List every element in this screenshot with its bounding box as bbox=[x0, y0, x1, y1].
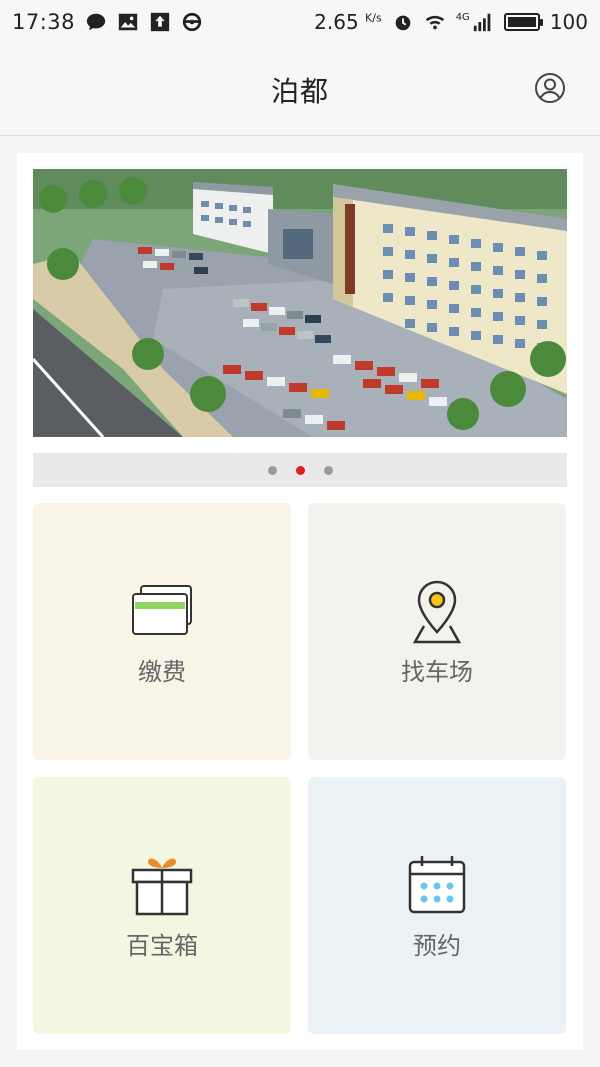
map-location-pin-icon bbox=[412, 580, 462, 644]
payment-card-icon bbox=[132, 585, 192, 635]
battery-icon bbox=[503, 13, 543, 31]
wifi-icon bbox=[425, 15, 444, 30]
app-header: 泊都 bbox=[0, 44, 600, 136]
tile-toolbox-label: 百宝箱 bbox=[126, 932, 198, 960]
tile-reservation[interactable]: 预约 bbox=[308, 777, 566, 1034]
pagination-dot-active[interactable] bbox=[295, 465, 305, 475]
tile-find-parking-label: 找车场 bbox=[401, 658, 473, 686]
signal-icon bbox=[473, 13, 491, 32]
pagination-dot[interactable] bbox=[323, 465, 333, 475]
user-profile-icon[interactable] bbox=[534, 72, 566, 104]
page-title: 泊都 bbox=[270, 74, 329, 108]
alarm-icon bbox=[395, 15, 411, 31]
chat-icon bbox=[86, 13, 106, 31]
upload-icon bbox=[150, 12, 170, 32]
main-content: 缴费 找车场 百宝箱 预约 bbox=[17, 153, 583, 1050]
battery-level: 100 bbox=[549, 10, 588, 34]
status-time: 17:38 bbox=[12, 10, 76, 34]
network-speed: 2.65 K/s bbox=[314, 10, 382, 34]
tile-reservation-label: 预约 bbox=[413, 932, 461, 960]
pagination-dot[interactable] bbox=[267, 465, 277, 475]
banner-carousel[interactable] bbox=[33, 169, 567, 437]
tile-find-parking[interactable]: 找车场 bbox=[308, 503, 566, 760]
network-type: 4G bbox=[455, 11, 470, 23]
tile-payment-label: 缴费 bbox=[138, 658, 186, 686]
calendar-icon bbox=[408, 856, 466, 914]
parking-lot-building-illustration bbox=[33, 169, 567, 437]
status-bar: 17:38 2.65 K/s 4G 100 bbox=[0, 0, 600, 44]
steering-wheel-icon bbox=[182, 12, 202, 32]
tile-payment[interactable]: 缴费 bbox=[33, 503, 291, 760]
tile-toolbox[interactable]: 百宝箱 bbox=[33, 777, 291, 1034]
banner-pagination bbox=[33, 453, 567, 487]
image-icon bbox=[118, 13, 138, 31]
gift-box-icon bbox=[131, 858, 193, 916]
